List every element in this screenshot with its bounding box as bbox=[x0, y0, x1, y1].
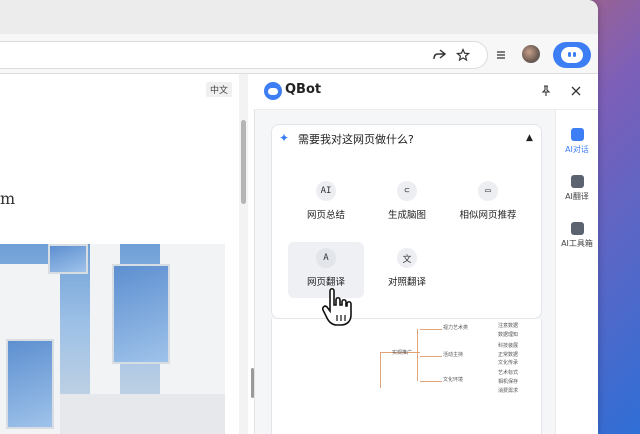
close-icon[interactable] bbox=[567, 82, 585, 100]
page-scrollbar[interactable] bbox=[241, 120, 246, 204]
tool-label: 网页总结 bbox=[306, 210, 345, 221]
title-bar bbox=[0, 0, 598, 34]
translate-icon bbox=[570, 175, 584, 188]
mindmap-icon: ⊂ bbox=[397, 181, 417, 201]
qbot-logo-icon bbox=[264, 82, 282, 100]
language-tag[interactable]: 中文 bbox=[206, 82, 233, 97]
mindmap-branch: 文化环境 bbox=[443, 377, 464, 383]
page-text-fragment: m bbox=[0, 189, 16, 208]
tool-similar-pages[interactable]: ▭ 相似网页推荐 bbox=[450, 175, 526, 231]
rail-label: AI翻译 bbox=[565, 192, 589, 201]
panel-resize-handle[interactable] bbox=[251, 368, 254, 398]
chat-icon bbox=[570, 128, 584, 141]
toolbox-icon bbox=[570, 222, 584, 235]
similar-pages-icon: ▭ bbox=[478, 181, 498, 201]
tool-label: 网页翻译 bbox=[306, 277, 345, 288]
avatar[interactable] bbox=[522, 45, 540, 63]
mindmap-root: 实现推广 bbox=[392, 350, 413, 356]
rail-label: AI对话 bbox=[565, 145, 589, 154]
browser-window: 中文 m QBot AI对话 AI翻译 AI工具箱 ✦ 需要我对这网页做什么? … bbox=[0, 0, 598, 434]
star-icon[interactable] bbox=[452, 44, 474, 66]
mindmap-leaf: 正常数据 bbox=[498, 352, 519, 358]
address-bar[interactable] bbox=[0, 41, 488, 69]
collapse-caret-icon[interactable]: ▲ bbox=[526, 133, 533, 143]
rail-item-ai-translate[interactable]: AI翻译 bbox=[557, 175, 597, 202]
right-rail bbox=[555, 110, 598, 434]
qbot-face-icon bbox=[561, 47, 583, 63]
pin-icon[interactable] bbox=[537, 82, 555, 100]
rail-label: AI工具箱 bbox=[561, 239, 593, 248]
building-image bbox=[0, 244, 225, 434]
mindmap-leaf: 注意数据 bbox=[498, 323, 519, 329]
tool-label: 相似网页推荐 bbox=[459, 210, 517, 221]
mindmap-branch: 视力艺术类 bbox=[443, 325, 469, 331]
tool-mindmap[interactable]: ⊂ 生成脑图 bbox=[369, 175, 445, 231]
bilingual-icon: 文 bbox=[397, 248, 417, 268]
translate-page-icon: A bbox=[316, 248, 336, 268]
panel-title: QBot bbox=[285, 82, 322, 97]
qbot-extension-button[interactable] bbox=[553, 42, 591, 68]
mindmap-leaf: 文化传承 bbox=[498, 360, 519, 366]
tool-page-summary[interactable]: AI 网页总结 bbox=[288, 175, 364, 231]
hand-pointer-icon bbox=[322, 287, 352, 326]
mindmap-leaf: 艺术标式 bbox=[498, 370, 519, 376]
rail-item-ai-toolbox[interactable]: AI工具箱 bbox=[557, 222, 597, 249]
menu-icon[interactable] bbox=[490, 44, 512, 66]
rail-item-ai-chat[interactable]: AI对话 bbox=[557, 128, 597, 155]
mindmap-preview: 实现推广 视力艺术类 活动主持 文化环境 注意数据 数据理知 科技装展 正常数据… bbox=[271, 319, 542, 434]
mindmap-leaf: 数据理知 bbox=[498, 332, 519, 338]
sparkle-icon: ✦ bbox=[279, 131, 290, 145]
card-question: 需要我对这网页做什么? bbox=[298, 133, 414, 146]
mindmap-leaf: 消费需求 bbox=[498, 388, 519, 394]
share-icon[interactable] bbox=[428, 44, 450, 66]
tool-label: 对照翻译 bbox=[387, 277, 426, 288]
mindmap-branch: 活动主持 bbox=[443, 352, 464, 358]
tool-bilingual-translate[interactable]: 文 对照翻译 bbox=[369, 242, 445, 298]
summary-icon: AI bbox=[316, 181, 336, 201]
mindmap-leaf: 科技装展 bbox=[498, 343, 519, 349]
mindmap-leaf: 相机保存 bbox=[498, 379, 519, 385]
tool-label: 生成脑图 bbox=[387, 210, 426, 221]
